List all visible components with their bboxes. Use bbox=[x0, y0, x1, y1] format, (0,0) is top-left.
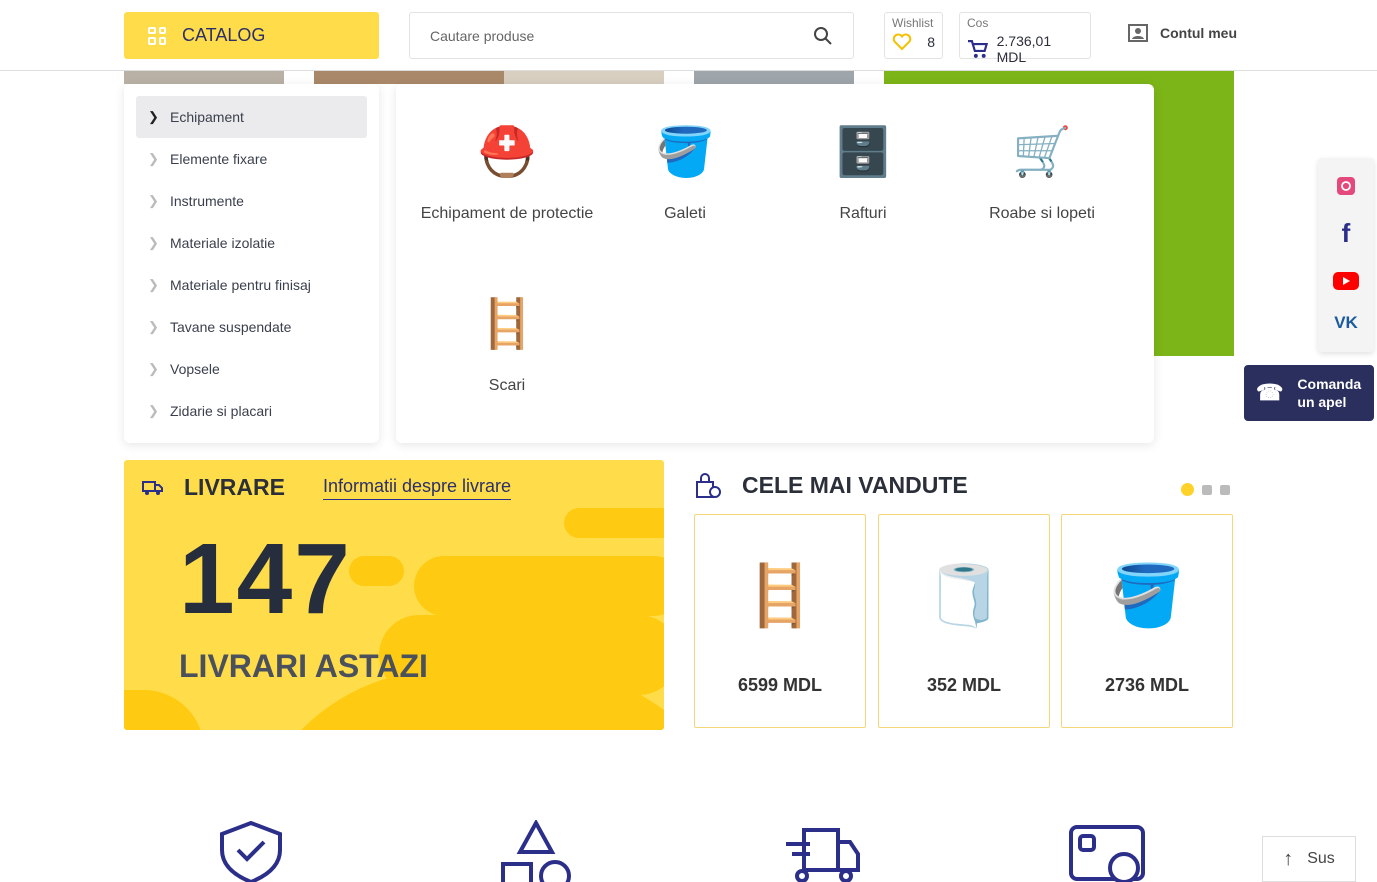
menu-item[interactable]: ❯ Elemente fixare bbox=[136, 138, 367, 180]
wheelbarrow-icon: 🛒 bbox=[1012, 126, 1072, 179]
vk-icon[interactable]: VK bbox=[1334, 313, 1358, 333]
chevron-right-icon: ❯ bbox=[148, 193, 159, 208]
chevron-right-icon: ❯ bbox=[148, 361, 159, 376]
banner-image bbox=[694, 71, 854, 84]
menu-item[interactable]: ❯ Instrumente bbox=[136, 180, 367, 222]
carousel-dot-active[interactable] bbox=[1181, 483, 1194, 496]
product-image: 🧻 bbox=[926, 561, 1002, 629]
truck-icon bbox=[142, 480, 163, 495]
menu-item-label: Tavane suspendate bbox=[170, 319, 292, 335]
subcategory-item[interactable]: 🪣 Galeti bbox=[596, 108, 774, 226]
chevron-right-icon: ❯ bbox=[148, 151, 159, 166]
banner-image bbox=[124, 71, 284, 84]
menu-item-label: Materiale izolatie bbox=[170, 235, 276, 251]
call-request-button[interactable]: ☎ Comanda un apel bbox=[1244, 365, 1374, 421]
product-card[interactable]: 🧻 352 MDL bbox=[878, 514, 1050, 728]
account-label: Contul meu bbox=[1160, 25, 1237, 41]
scroll-top-button[interactable]: ↑ Sus bbox=[1262, 836, 1356, 882]
header: CATALOG Wishlist 8 Cos 2.736,01 MDL Cont… bbox=[0, 0, 1377, 71]
product-card[interactable]: 🪜 6599 MDL bbox=[694, 514, 866, 728]
chevron-right-icon: ❯ bbox=[148, 235, 159, 250]
instagram-icon[interactable] bbox=[1337, 177, 1355, 196]
menu-item[interactable]: ❯ Materiale izolatie bbox=[136, 222, 367, 264]
menu-item[interactable]: ❯ Materiale pentru finisaj bbox=[136, 264, 367, 306]
shopping-bag-icon bbox=[696, 472, 721, 498]
banner-image bbox=[314, 71, 504, 84]
subcategory-label: Galeti bbox=[664, 205, 706, 222]
user-icon bbox=[1128, 24, 1148, 42]
product-price: 352 MDL bbox=[926, 675, 1002, 695]
arrow-up-icon: ↑ bbox=[1283, 847, 1294, 870]
product-image: 🪣 bbox=[1109, 561, 1185, 629]
chevron-right-icon: ❯ bbox=[148, 319, 159, 334]
grid-icon bbox=[148, 26, 166, 45]
delivery-panel: LIVRARE Informatii despre livrare 147 LI… bbox=[124, 460, 664, 730]
subcategory-item[interactable]: 🛒 Roabe si lopeti bbox=[953, 108, 1131, 226]
chevron-right-icon: ❯ bbox=[148, 403, 159, 418]
chevron-right-icon: ❯ bbox=[148, 277, 159, 292]
menu-item[interactable]: ❯ Echipament bbox=[136, 96, 367, 138]
subcategory-item[interactable]: 🗄️ Rafturi bbox=[774, 108, 952, 226]
bestsellers-title: CELE MAI VANDUTE bbox=[742, 472, 968, 498]
shapes-icon bbox=[501, 820, 571, 882]
banner-image bbox=[504, 71, 664, 84]
youtube-icon[interactable] bbox=[1333, 271, 1359, 290]
product-card[interactable]: 🪣 2736 MDL bbox=[1061, 514, 1233, 728]
buckets-icon: 🪣 bbox=[655, 126, 715, 179]
delivery-info-link[interactable]: Informatii despre livrare bbox=[322, 476, 512, 500]
menu-item[interactable]: ❯ Zidarie si placari bbox=[136, 390, 367, 432]
cart-total: 2.736,01 MDL bbox=[996, 33, 1052, 65]
delivery-truck-icon bbox=[786, 828, 860, 882]
search-input[interactable] bbox=[430, 27, 813, 44]
menu-item[interactable]: ❯ Tavane suspendate bbox=[136, 306, 367, 348]
wishlist-label: Wishlist bbox=[892, 16, 934, 30]
call-label: Comanda un apel bbox=[1297, 376, 1362, 410]
shield-check-icon bbox=[220, 820, 282, 882]
subcategory-label: Roabe si lopeti bbox=[989, 205, 1095, 222]
social-sidebar: f VK bbox=[1318, 158, 1374, 352]
hard-hat-icon: ⛑️ bbox=[477, 126, 537, 179]
product-price: 6599 MDL bbox=[737, 675, 823, 695]
subcategory-label: Echipament de protectie bbox=[420, 205, 594, 222]
submenu-panel: ⛑️ Echipament de protectie 🪣 Galeti 🗄️ Raftur… bbox=[396, 84, 1154, 443]
menu-item-label: Echipament bbox=[170, 109, 244, 125]
payment-discount-icon bbox=[1069, 825, 1145, 882]
product-image: 🪜 bbox=[742, 561, 818, 629]
bestsellers-header: CELE MAI VANDUTE bbox=[694, 472, 968, 499]
account-link[interactable]: Contul meu bbox=[1128, 24, 1237, 42]
heart-icon bbox=[892, 33, 912, 51]
subcategory-label: Rafturi bbox=[839, 205, 887, 222]
chevron-right-icon: ❯ bbox=[148, 109, 159, 124]
delivery-count: 147 bbox=[179, 523, 352, 635]
ladder-icon: 🪜 bbox=[477, 298, 537, 351]
menu-item-label: Zidarie si placari bbox=[170, 403, 272, 419]
phone-icon: ☎ bbox=[1256, 380, 1284, 405]
menu-item[interactable]: ❯ Vopsele bbox=[136, 348, 367, 390]
wishlist-button[interactable]: Wishlist 8 bbox=[884, 12, 943, 59]
cart-button[interactable]: Cos 2.736,01 MDL bbox=[959, 12, 1091, 65]
catalog-menu: ❯ Echipament ❯ Elemente fixare ❯ Instrumente ❯… bbox=[124, 84, 379, 443]
shelf-icon: 🗄️ bbox=[833, 126, 893, 179]
product-price: 2736 MDL bbox=[1104, 675, 1190, 695]
cart-icon bbox=[967, 40, 989, 58]
carousel-dot[interactable] bbox=[1220, 485, 1230, 495]
menu-item-label: Materiale pentru finisaj bbox=[170, 277, 311, 293]
subcategory-item[interactable]: ⛑️ Echipament de protectie bbox=[418, 108, 596, 226]
subcategory-label: Scari bbox=[488, 377, 526, 394]
delivery-subtitle: LIVRARI ASTAZI bbox=[179, 648, 428, 684]
delivery-title: LIVRARE bbox=[184, 474, 285, 500]
menu-item-label: Elemente fixare bbox=[170, 151, 268, 167]
catalog-label: CATALOG bbox=[182, 25, 266, 45]
menu-item-label: Vopsele bbox=[170, 361, 220, 377]
scroll-top-label: Sus bbox=[1307, 850, 1335, 867]
menu-item-label: Instrumente bbox=[170, 193, 244, 209]
wishlist-count: 8 bbox=[927, 34, 935, 50]
search-bar bbox=[409, 12, 854, 59]
catalog-button[interactable]: CATALOG bbox=[124, 12, 379, 59]
search-icon[interactable] bbox=[813, 26, 833, 46]
facebook-icon[interactable]: f bbox=[1342, 218, 1351, 249]
subcategory-item[interactable]: 🪜 Scari bbox=[418, 280, 596, 398]
carousel-dot[interactable] bbox=[1202, 485, 1212, 495]
cart-label: Cos bbox=[967, 16, 989, 30]
